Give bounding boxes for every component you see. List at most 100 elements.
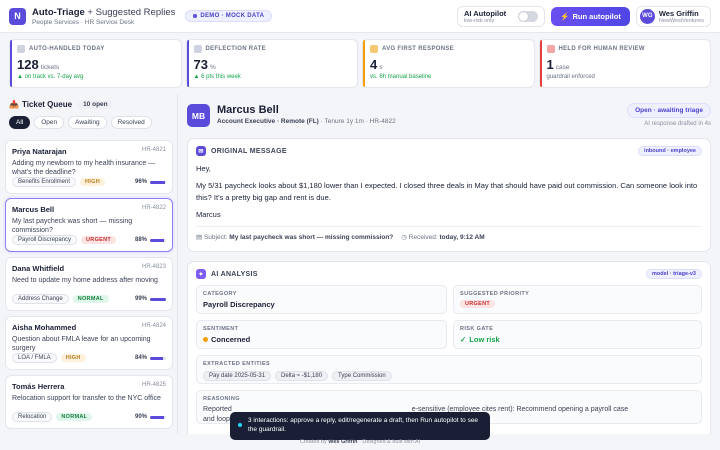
user-name: Wes Griffin <box>658 8 699 18</box>
stats-row: AUTO-HANDLED TODAY 128 tickets ▲ on track… <box>9 39 711 88</box>
check-icon: ✓ <box>460 335 467 344</box>
priority-badge: URGENT <box>81 236 117 244</box>
queue-count: 10 open <box>78 100 113 109</box>
stat-accent <box>363 40 365 87</box>
filter-resolved[interactable]: Resolved <box>110 116 152 129</box>
confidence: 96% <box>135 179 166 185</box>
panel-badge: inbound · employee <box>638 146 702 156</box>
category-tag: Benefits Enrollment <box>12 177 77 187</box>
stat-accent <box>186 40 189 87</box>
ticket-detail: MB Marcus Bell Account Executive · Remot… <box>178 94 720 434</box>
ticket-card[interactable]: Tomás Herrera HR-4825 Relocation support … <box>5 375 173 429</box>
confidence-fill <box>150 180 166 184</box>
confidence: 90% <box>135 414 166 420</box>
autopilot-label: AI Autopilot <box>463 8 507 18</box>
subject-meta: ▤ Subject: My last paycheck was short — … <box>196 234 394 241</box>
confidence-fill <box>150 356 164 360</box>
stat-auto-handled: AUTO-HANDLED TODAY 128 tickets ▲ on track… <box>9 39 182 88</box>
inbox-icon: 📥 <box>9 100 19 109</box>
sparkle-icon: ✦ <box>196 269 206 279</box>
message-body: Hey, My 5/31 paycheck looks about $1,180… <box>196 164 698 219</box>
ticket-card-selected[interactable]: Marcus Bell HR-4822 My last paycheck was … <box>5 198 173 252</box>
confidence-fill <box>150 415 165 419</box>
run-autopilot-button[interactable]: ⚡ Run autopilot <box>551 6 630 26</box>
ticket-card[interactable]: Dana Whitfield HR-4823 Need to update my … <box>5 257 173 311</box>
bolt-icon <box>370 45 378 53</box>
demo-badge: DEMO · MOCK DATA <box>185 10 273 22</box>
sentiment-dot-icon <box>203 337 208 342</box>
app-logo: N <box>9 7 26 25</box>
sentiment-cell: SENTIMENT Concerned <box>196 320 447 349</box>
priority-badge: HIGH <box>80 178 105 186</box>
avatar: MB <box>187 104 210 127</box>
filter-open[interactable]: Open <box>34 116 65 129</box>
original-message-panel: ✉ ORIGINAL MESSAGE inbound · employee Hey… <box>187 138 711 252</box>
entity-chip: Delta ≈ -$1,180 <box>275 371 329 381</box>
requester-name: Marcus Bell <box>217 104 279 116</box>
ticket-queue: 📥 Ticket Queue 10 open All Open Awaiting … <box>0 94 178 434</box>
category-cell: CATEGORY Payroll Discrepancy <box>196 285 447 314</box>
user-menu[interactable]: WG Wes Griffin NewWestVentures <box>635 5 711 27</box>
priority-cell: SUGGESTED PRIORITY URGENT <box>453 285 702 314</box>
panel-badge: model · triage-v3 <box>645 269 702 279</box>
confidence-bar <box>150 356 166 360</box>
ticket-card[interactable]: Priya Natarajan HR-4821 Adding my newborn… <box>5 140 173 194</box>
stat-accent <box>10 40 12 87</box>
chart-icon <box>193 45 202 53</box>
panel-title: AI ANALYSIS <box>211 270 258 278</box>
stat-accent <box>539 40 542 87</box>
autopilot-control: AI Autopilot low-risk only <box>456 5 546 27</box>
clock-icon: ◷ <box>401 234 407 241</box>
document-icon: ▤ <box>196 234 203 241</box>
hint-toast: 3 interactions: approve a reply, edit/re… <box>230 412 490 440</box>
stat-first-response: AVG FIRST RESPONSE 4s vs. 6h manual base… <box>362 39 535 88</box>
confidence: 88% <box>135 237 166 243</box>
inbox-icon <box>17 45 25 53</box>
risk-cell: RISK GATE ✓ Low risk <box>453 320 702 349</box>
avatar: WG <box>639 8 655 24</box>
status-badge: Open · awaiting triage <box>627 103 711 118</box>
toggle-knob <box>519 11 529 21</box>
confidence-bar <box>150 415 166 419</box>
stat-held-review: HELD FOR HUMAN REVIEW 1 case guardrail en… <box>538 39 711 88</box>
confidence-fill <box>150 238 165 242</box>
category-tag: Address Change <box>12 294 69 304</box>
requester-meta: Account Executive · Remote (FL) · Tenure… <box>217 118 396 125</box>
autopilot-toggle[interactable] <box>518 10 539 22</box>
confidence-bar <box>150 238 166 242</box>
user-org: NewWestVentures <box>658 17 704 24</box>
priority-badge: HIGH <box>60 354 86 362</box>
queue-title: 📥 Ticket Queue <box>9 100 73 109</box>
entity-chip: Pay date 2025-05-31 <box>203 371 272 381</box>
filter-awaiting[interactable]: Awaiting <box>68 116 107 129</box>
received-meta: ◷ Received: today, 9:12 AM <box>401 234 485 241</box>
priority-badge: NORMAL <box>72 295 109 303</box>
entities-cell: EXTRACTED ENTITIES Pay date 2025-05-31 D… <box>196 355 702 384</box>
draft-time: AI response drafted in 4s <box>644 121 711 127</box>
priority-badge: URGENT <box>460 300 496 308</box>
info-dot-icon <box>238 423 242 427</box>
ticket-card[interactable]: Aisha Mohammed HR-4824 Question about FML… <box>5 316 173 370</box>
filter-all[interactable]: All <box>9 116 31 129</box>
shield-icon <box>546 45 555 53</box>
entity-chip: Type Commission <box>332 371 392 381</box>
requester-header: MB Marcus Bell Account Executive · Remot… <box>187 102 711 132</box>
mail-icon: ✉ <box>196 146 206 156</box>
confidence-bar <box>150 297 166 301</box>
priority-badge: NORMAL <box>56 413 93 421</box>
app-subtitle: People Services · HR Service Desk <box>32 18 135 26</box>
app-header: N Auto-Triage + Suggested Replies People… <box>0 0 720 33</box>
category-tag: LOA / FMLA <box>12 353 57 363</box>
app-title-block: Auto-Triage + Suggested Replies People S… <box>32 7 175 26</box>
confidence: 84% <box>135 355 166 361</box>
category-tag: Payroll Discrepancy <box>12 235 78 245</box>
footer-credit: Created by Wes Griffin · Designed & buil… <box>299 439 421 445</box>
autopilot-sub: low-risk only <box>463 17 495 24</box>
ai-analysis-panel: ✦ AI ANALYSIS model · triage-v3 CATEGORY … <box>187 261 711 434</box>
bolt-icon: ⚡ <box>560 11 570 21</box>
stat-deflection: DEFLECTION RATE 73% ▲ 6 pts this week <box>185 39 358 88</box>
demo-dot-icon <box>193 14 198 18</box>
panel-title: ORIGINAL MESSAGE <box>211 147 287 155</box>
message-meta: ▤ Subject: My last paycheck was short — … <box>196 226 702 241</box>
queue-filters: All Open Awaiting Resolved <box>0 109 177 129</box>
